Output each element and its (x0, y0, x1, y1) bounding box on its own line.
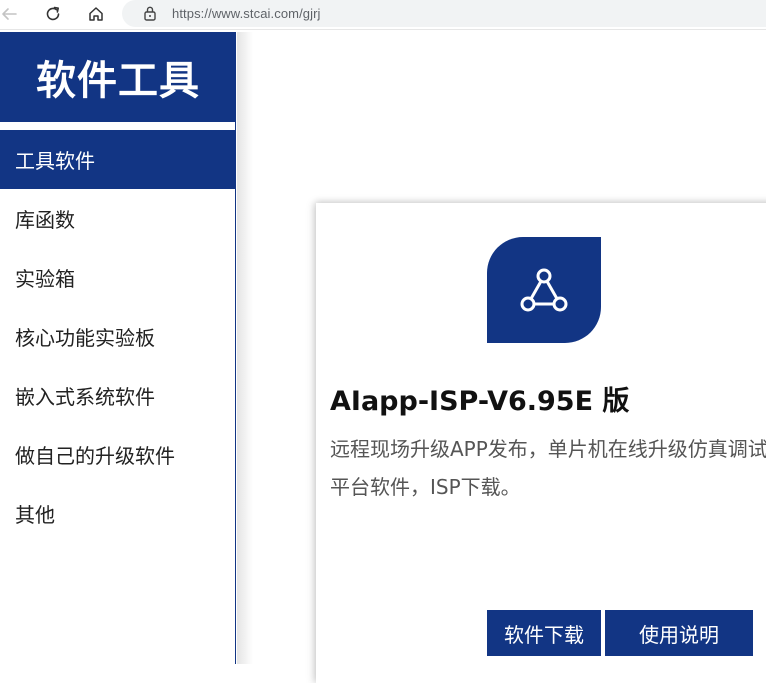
back-button[interactable] (0, 2, 22, 26)
sidebar-header: 软件工具 (0, 32, 236, 122)
sidebar-title: 软件工具 (36, 58, 200, 104)
address-bar[interactable]: https://www.stcai.com/gjrj (122, 0, 766, 27)
product-description: 远程现场升级APP发布，单片机在线升级仿真调试平台软件，ISP下载。 (330, 437, 766, 499)
product-card: AIapp-ISP-V6.95E 版 远程现场升级APP发布，单片机在线升级仿真… (316, 203, 766, 683)
share-network-icon (520, 268, 568, 312)
home-button[interactable] (83, 2, 109, 26)
sidebar-item-libraries[interactable]: 库函数 (0, 189, 236, 248)
product-logo (487, 237, 601, 343)
sidebar-menu: 工具软件 库函数 实验箱 核心功能实验板 嵌入式系统软件 做自己的升级软件 其他 (0, 130, 236, 543)
product-title: AIapp-ISP-V6.95E 版 (330, 386, 630, 417)
home-icon (89, 7, 103, 21)
lock-icon[interactable] (142, 5, 158, 21)
browser-toolbar: https://www.stcai.com/gjrj (0, 0, 766, 30)
download-button[interactable]: 软件下载 (487, 610, 601, 656)
sidebar: 软件工具 工具软件 库函数 实验箱 核心功能实验板 嵌入式系统软件 做自己的升级… (0, 32, 236, 664)
reload-button[interactable] (40, 2, 66, 26)
main-divider-shadow (237, 32, 253, 664)
sidebar-item-core-board[interactable]: 核心功能实验板 (0, 307, 236, 366)
reload-icon (46, 6, 60, 21)
sidebar-item-other[interactable]: 其他 (0, 484, 236, 543)
sidebar-item-own-upgrade[interactable]: 做自己的升级软件 (0, 425, 236, 484)
sidebar-item-tools[interactable]: 工具软件 (0, 130, 236, 189)
manual-button[interactable]: 使用说明 (605, 610, 753, 656)
url-text[interactable]: https://www.stcai.com/gjrj (172, 6, 321, 21)
sidebar-item-embedded-software[interactable]: 嵌入式系统软件 (0, 366, 236, 425)
sidebar-item-lab-box[interactable]: 实验箱 (0, 248, 236, 307)
back-arrow-icon (2, 8, 17, 20)
